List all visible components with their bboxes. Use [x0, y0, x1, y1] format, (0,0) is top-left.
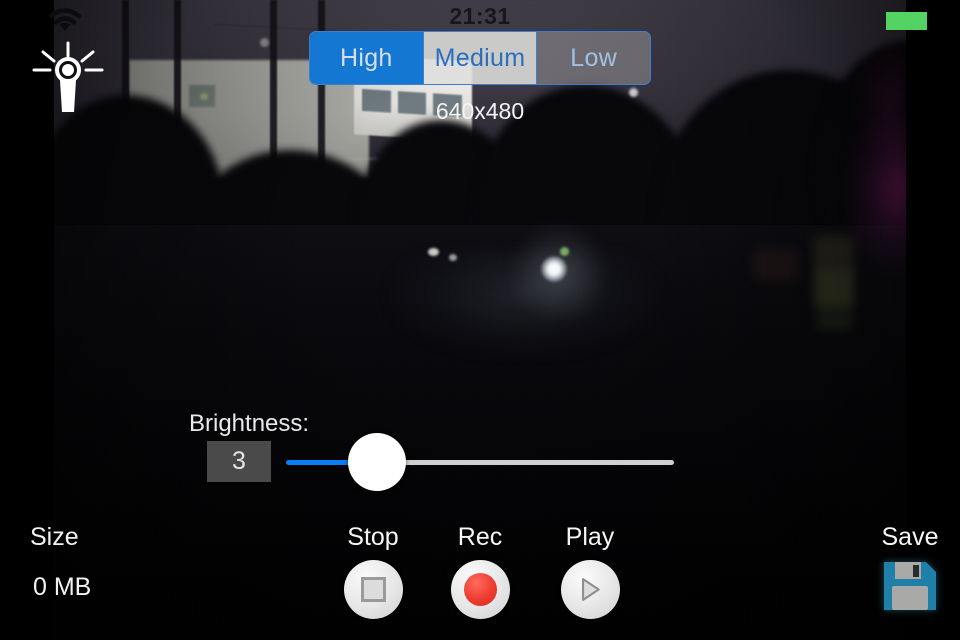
wifi-icon — [48, 8, 82, 34]
distant-light — [428, 248, 439, 256]
brightness-value: 3 — [207, 441, 271, 482]
status-bar-clock: 21:31 — [449, 3, 511, 29]
distant-light — [449, 254, 457, 261]
quality-option-label: Medium — [434, 43, 526, 72]
record-dot-icon[interactable] — [450, 560, 510, 619]
save-button[interactable]: Save — [862, 523, 958, 612]
brightness-slider[interactable] — [286, 432, 674, 492]
size-label: Size — [30, 523, 79, 551]
battery-full-indicator — [886, 12, 927, 30]
floppy-disk-icon[interactable] — [882, 560, 938, 612]
quality-segmented-control[interactable]: High Medium Low — [309, 31, 651, 85]
record-button-label: Rec — [457, 523, 503, 551]
street-light — [541, 256, 567, 282]
stop-button-label: Stop — [347, 523, 399, 551]
quality-option-high[interactable]: High — [310, 32, 424, 84]
stop-square-icon[interactable] — [343, 560, 403, 619]
quality-option-low[interactable]: Low — [537, 32, 650, 84]
quality-option-medium[interactable]: Medium — [423, 32, 538, 84]
distant-light — [260, 38, 269, 47]
stop-button[interactable]: Stop — [318, 523, 428, 619]
record-button[interactable]: Rec — [425, 523, 535, 619]
save-button-label: Save — [881, 523, 939, 551]
slider-track — [378, 460, 674, 465]
size-value: 0 MB — [33, 573, 92, 601]
distant-light — [629, 88, 638, 97]
camera-recorder-app: 21:31 High Medium Low 640x480 Brightness… — [0, 0, 960, 640]
play-triangle-icon[interactable] — [560, 560, 620, 619]
quality-option-label: High — [340, 43, 393, 72]
dim-patch — [817, 270, 853, 330]
slider-thumb[interactable] — [348, 433, 406, 491]
distant-light — [560, 247, 569, 256]
play-button-label: Play — [565, 523, 615, 551]
play-button[interactable]: Play — [535, 523, 645, 619]
resolution-label: 640x480 — [435, 98, 525, 124]
dim-patch — [754, 250, 798, 280]
lens-flare — [850, 120, 906, 270]
quality-option-label: Low — [570, 43, 618, 72]
